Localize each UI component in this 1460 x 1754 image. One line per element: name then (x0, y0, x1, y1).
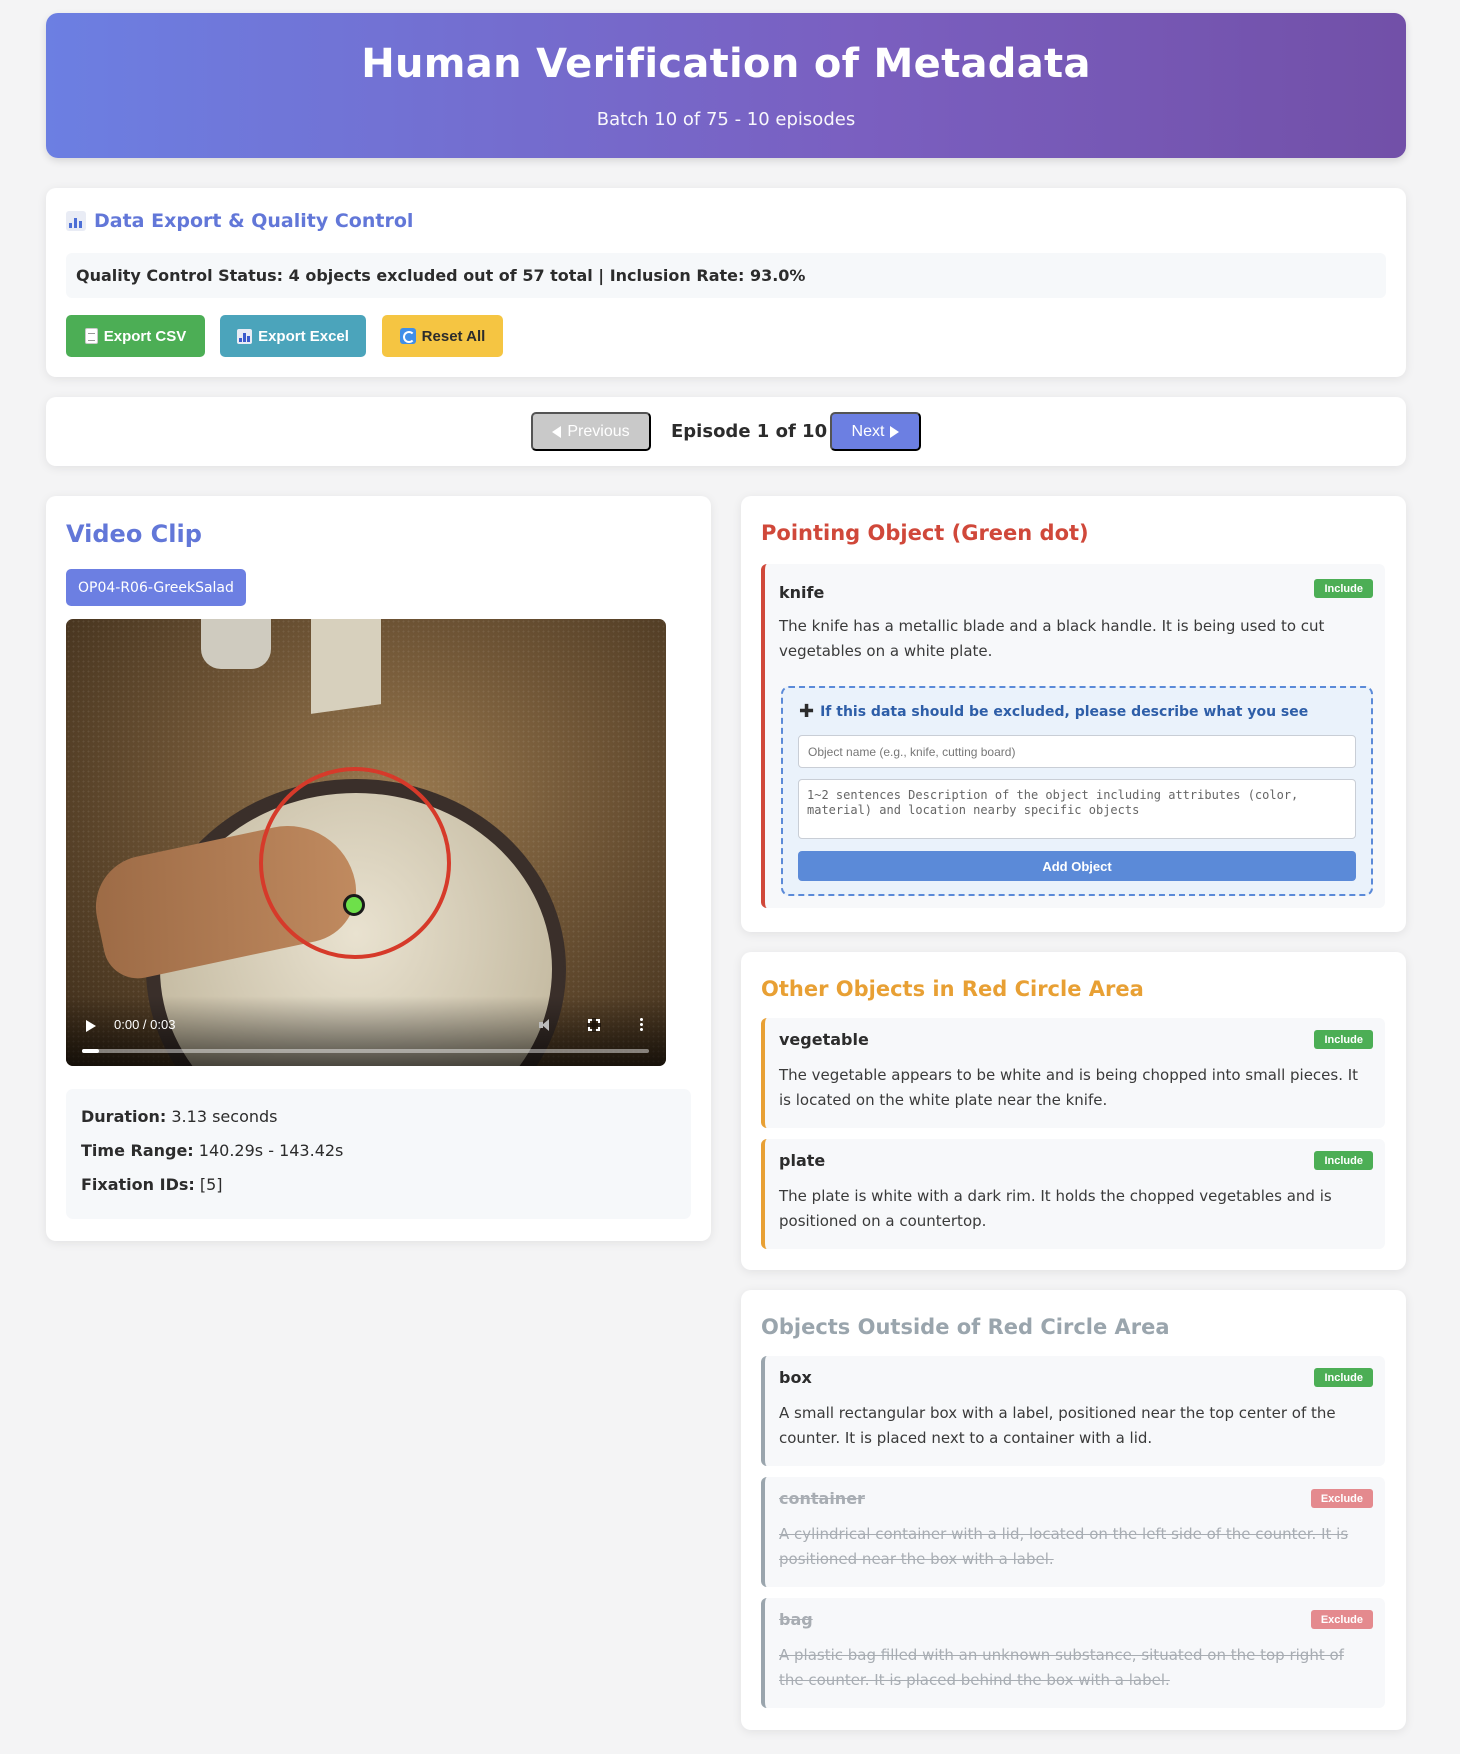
include-badge[interactable]: Include (1314, 1151, 1373, 1170)
document-icon (84, 328, 98, 344)
export-title-text: Data Export & Quality Control (94, 210, 414, 232)
page-title: Human Verification of Metadata (361, 41, 1091, 87)
exclude-badge[interactable]: Exclude (1310, 1610, 1373, 1629)
export-quality-card: Data Export & Quality Control Quality Co… (46, 188, 1406, 377)
episode-navigation: Previous Episode 1 of 10 Next (46, 397, 1406, 466)
other-objects-card: Other Objects in Red Circle Area vegetab… (741, 952, 1406, 1270)
fixation-label: Fixation IDs: (81, 1175, 195, 1194)
export-csv-button[interactable]: Export CSV (66, 315, 205, 357)
refresh-icon (399, 328, 416, 344)
object-description: A small rectangular box with a label, po… (779, 1404, 1336, 1447)
red-circle-marker (259, 767, 451, 959)
green-dot-marker (343, 894, 365, 916)
object-description: A plastic bag filled with an unknown sub… (779, 1646, 1344, 1689)
more-options-icon[interactable] (640, 1017, 643, 1031)
bar-chart-icon (237, 328, 253, 344)
duration-label: Duration: (81, 1107, 167, 1126)
outside-objects-title: Objects Outside of Red Circle Area (761, 1315, 1170, 1339)
previous-label: Previous (567, 422, 630, 440)
include-badge[interactable]: Include (1314, 1368, 1373, 1387)
list-item: vegetable Include The vegetable appears … (761, 1018, 1385, 1128)
video-time: 0:00 / 0:03 (114, 1017, 176, 1032)
box-shape (311, 619, 381, 714)
clip-id-tag: OP04-R06-GreekSalad (66, 569, 246, 606)
exclude-badge[interactable]: Exclude (1310, 1489, 1373, 1508)
page-header: Human Verification of Metadata Batch 10 … (46, 13, 1406, 158)
exclude-form: ✚ If this data should be excluded, pleas… (781, 686, 1373, 896)
pointing-object-card: Pointing Object (Green dot) knife Includ… (741, 496, 1406, 932)
video-player[interactable]: 0:00 / 0:03 (66, 619, 666, 1066)
exclude-form-title-text: If this data should be excluded, please … (820, 704, 1309, 720)
episode-counter: Episode 1 of 10 (671, 421, 828, 442)
object-name: container (779, 1489, 865, 1508)
reset-all-label: Reset All (421, 327, 486, 345)
other-objects-title: Other Objects in Red Circle Area (761, 977, 1144, 1001)
object-name: box (779, 1368, 812, 1387)
object-description: The knife has a metallic blade and a bla… (779, 617, 1325, 660)
quality-control-status: Quality Control Status: 4 objects exclud… (66, 253, 1386, 298)
triangle-right-icon (890, 425, 900, 438)
object-name-input[interactable] (798, 735, 1356, 768)
object-description-textarea[interactable] (798, 779, 1356, 839)
export-excel-button[interactable]: Export Excel (220, 315, 366, 357)
duration-value: 3.13 seconds (171, 1107, 278, 1126)
list-item: bag Exclude A plastic bag filled with an… (761, 1598, 1385, 1708)
object-description: The plate is white with a dark rim. It h… (779, 1187, 1332, 1230)
add-object-button[interactable]: Add Object (798, 851, 1356, 881)
reset-all-button[interactable]: Reset All (382, 315, 503, 357)
previous-button[interactable]: Previous (531, 412, 651, 451)
next-label: Next (851, 422, 885, 440)
object-name: knife (779, 583, 825, 602)
video-clip-card: Video Clip OP04-R06-GreekSalad 0:00 / 0:… (46, 496, 711, 1241)
export-csv-label: Export CSV (103, 327, 187, 345)
pointing-object-title: Pointing Object (Green dot) (761, 521, 1089, 545)
plus-icon: ✚ (799, 701, 815, 722)
duration-row: Duration: 3.13 seconds (81, 1107, 676, 1141)
object-description: The vegetable appears to be white and is… (779, 1066, 1359, 1109)
video-section-title: Video Clip (66, 520, 202, 548)
fullscreen-icon[interactable] (587, 1018, 601, 1032)
fixation-value: [5] (199, 1175, 223, 1194)
outside-objects-card: Objects Outside of Red Circle Area box I… (741, 1290, 1406, 1730)
video-progress-bar[interactable] (82, 1049, 649, 1053)
triangle-left-icon (552, 425, 562, 438)
fixation-row: Fixation IDs: [5] (81, 1175, 676, 1209)
include-badge[interactable]: Include (1314, 579, 1373, 598)
object-name: plate (779, 1151, 826, 1170)
time-range-label: Time Range: (81, 1141, 194, 1160)
object-name: vegetable (779, 1030, 869, 1049)
next-button[interactable]: Next (830, 412, 921, 451)
video-progress-fill (82, 1049, 99, 1053)
bar-chart-icon (66, 211, 86, 231)
object-description: A cylindrical container with a lid, loca… (779, 1525, 1349, 1568)
pointing-object-item: knife Include The knife has a metallic b… (761, 564, 1385, 908)
play-icon[interactable] (86, 1020, 96, 1032)
list-item: box Include A small rectangular box with… (761, 1356, 1385, 1466)
object-name: bag (779, 1610, 813, 1629)
video-controls: 0:00 / 0:03 (66, 996, 666, 1066)
export-excel-label: Export Excel (258, 327, 349, 345)
exclude-form-title: ✚ If this data should be excluded, pleas… (799, 701, 1309, 722)
list-item: plate Include The plate is white with a … (761, 1139, 1385, 1249)
clip-metadata: Duration: 3.13 seconds Time Range: 140.2… (66, 1089, 691, 1219)
batch-subtitle: Batch 10 of 75 - 10 episodes (596, 109, 856, 130)
volume-icon[interactable] (539, 1018, 553, 1032)
include-badge[interactable]: Include (1314, 1030, 1373, 1049)
export-section-title: Data Export & Quality Control (66, 210, 413, 232)
container-shape (201, 619, 271, 669)
time-range-row: Time Range: 140.29s - 143.42s (81, 1141, 676, 1175)
list-item: container Exclude A cylindrical containe… (761, 1477, 1385, 1587)
time-range-value: 140.29s - 143.42s (198, 1141, 344, 1160)
